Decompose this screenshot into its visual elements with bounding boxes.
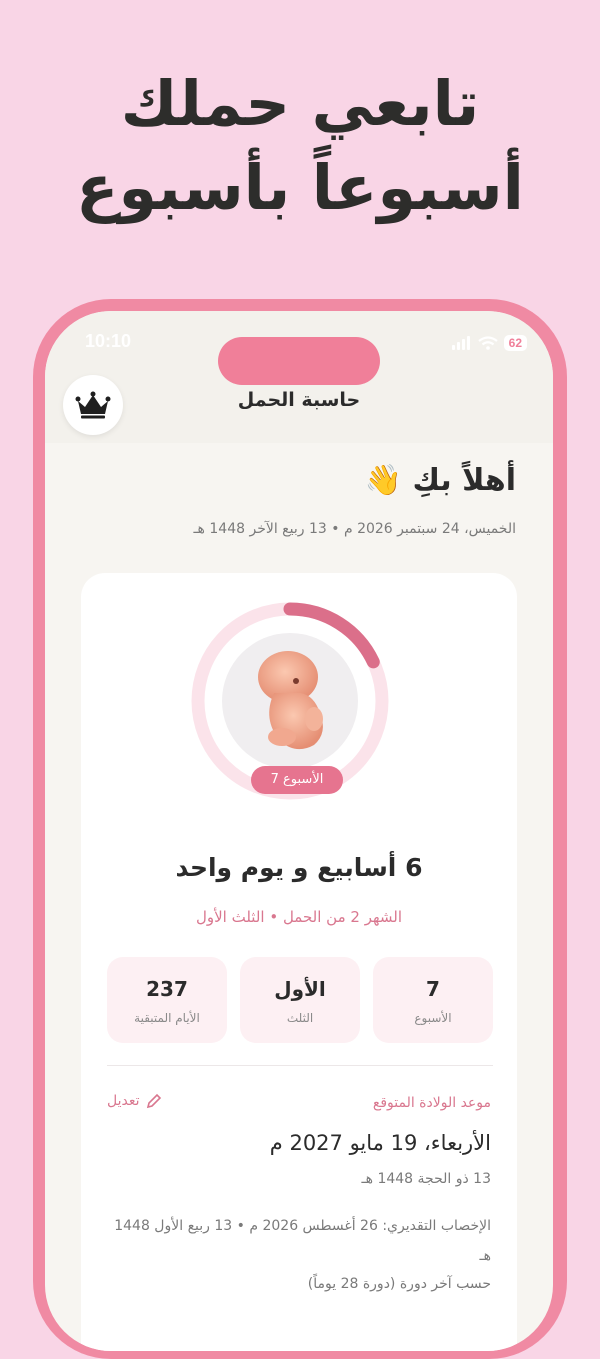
elapsed-duration: 6 أسابيع و يوم واحد (175, 853, 423, 882)
phone-screen: 10:10 62 حاسبة الحمل أهلاً بكِ 👋 الخميس،… (45, 311, 553, 1351)
wifi-icon (477, 336, 498, 350)
stat-week-label: الأسبوع (414, 1011, 452, 1025)
greeting-text: أهلاً بكِ (412, 463, 516, 498)
calculation-basis: حسب آخر دورة (دورة 28 يوماً) (307, 1276, 491, 1292)
week-badge: الأسبوع 7 (251, 766, 343, 794)
headline-line-2: أسبوعاً بأسبوع (76, 151, 524, 224)
divider (107, 1065, 493, 1066)
due-date-hijri: 13 ذو الحجة 1448 هـ (361, 1171, 492, 1187)
stats-row: 7 الأسبوع الأول الثلث 237 الأيام المتبقي… (107, 957, 493, 1045)
stat-days-remaining: 237 الأيام المتبقية (107, 957, 227, 1043)
due-date-label: موعد الولادة المتوقع (372, 1095, 491, 1111)
edit-label: تعديل (107, 1093, 140, 1109)
due-date: الأربعاء، 19 مايو 2027 م (269, 1131, 491, 1155)
status-time: 10:10 (85, 331, 132, 351)
stat-trimester-label: الثلث (286, 1011, 314, 1025)
progress-ring: الأسبوع 7 (188, 599, 392, 803)
month-trimester: الشهر 2 من الحمل • الثلث الأول (195, 908, 403, 926)
pencil-icon (146, 1093, 161, 1109)
battery-indicator: 62 (503, 335, 527, 351)
status-icons: 62 (451, 333, 527, 353)
fetus-image (222, 633, 358, 769)
embryo-illustration (258, 651, 323, 750)
stat-days-value: 237 (146, 977, 188, 1001)
page-title: حاسبة الحمل (237, 389, 361, 411)
conception-estimate: الإخصاب التقديري: 26 أغسطس 2026 م • 13 ر… (114, 1218, 491, 1264)
edit-due-date-button[interactable]: تعديل (107, 1093, 162, 1109)
signal-icon (451, 336, 470, 350)
stat-week: 7 الأسبوع (373, 957, 493, 1043)
waving-hand-icon: 👋 (364, 463, 403, 498)
app-header: 10:10 62 حاسبة الحمل (45, 311, 553, 443)
stat-days-label: الأيام المتبقية (134, 1011, 200, 1025)
pregnancy-progress-card: الأسبوع 7 6 أسابيع و يوم واحد الشهر 2 من… (81, 573, 517, 1351)
headline-line-1: تابعي حملك (120, 67, 480, 140)
dynamic-island (218, 337, 380, 385)
stat-trimester: الأول الثلث (240, 957, 360, 1043)
stat-trimester-value: الأول (274, 977, 326, 1001)
promo-headline: تابعي حملك أسبوعاً بأسبوع (0, 62, 600, 230)
stat-week-value: 7 (426, 977, 440, 1001)
greeting: أهلاً بكِ 👋 (365, 463, 516, 498)
current-date: الخميس، 24 سبتمبر 2026 م • 13 ربيع الآخر… (193, 521, 516, 537)
